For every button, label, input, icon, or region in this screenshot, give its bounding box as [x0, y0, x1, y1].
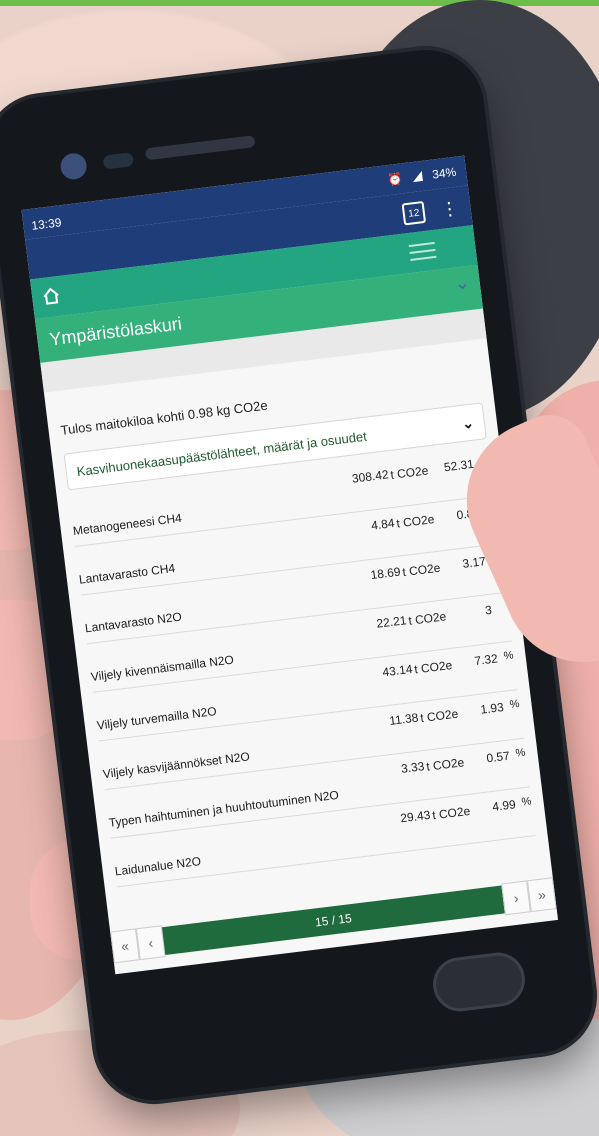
tab-count-icon[interactable]: 12 [401, 200, 427, 226]
next-page-button[interactable]: › [501, 880, 531, 916]
status-time: 13:39 [30, 215, 63, 233]
results-content: Tulos maitokiloa kohti 0.98 kg CO2e Kasv… [44, 338, 549, 903]
proximity-sensor [102, 152, 134, 170]
phone-screen: 13:39 ⏰ 34% 12 ⋮ Ympäristölaskuri ⌄ Tulo… [21, 155, 559, 975]
page-indicator: 15 / 15 [161, 885, 505, 956]
hamburger-menu-icon[interactable] [408, 241, 437, 261]
front-camera [59, 151, 89, 181]
section-title: Ympäristölaskuri [48, 312, 183, 349]
battery-level: 34% [431, 164, 457, 182]
first-page-button[interactable]: « [110, 928, 140, 964]
chevron-down-icon[interactable]: ⌄ [461, 415, 475, 433]
alarm-icon: ⏰ [386, 171, 404, 188]
home-button[interactable] [430, 949, 528, 1015]
background-photo: 13:39 ⏰ 34% 12 ⋮ Ympäristölaskuri ⌄ Tulo… [0, 0, 599, 1136]
home-icon[interactable] [41, 286, 61, 306]
earpiece [144, 135, 256, 161]
last-page-button[interactable]: » [526, 877, 557, 913]
kebab-menu-icon[interactable]: ⋮ [439, 198, 459, 220]
signal-icon [411, 170, 423, 183]
chevron-down-icon[interactable]: ⌄ [453, 272, 471, 295]
prev-page-button[interactable]: ‹ [135, 925, 166, 961]
